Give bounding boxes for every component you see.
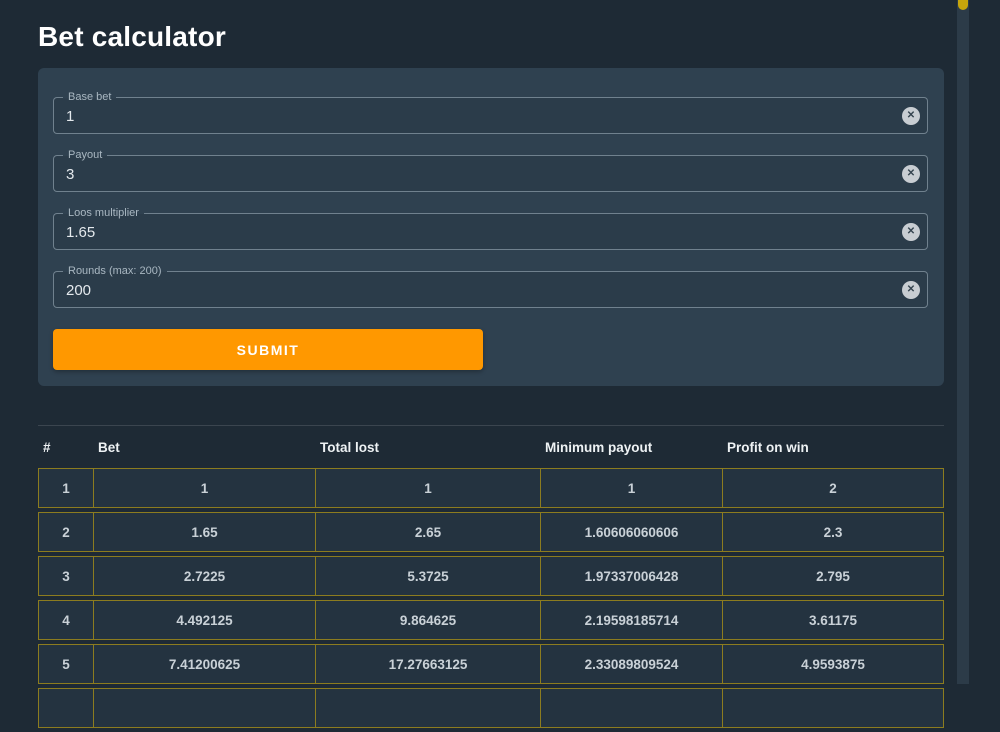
col-header-minimum-payout: Minimum payout <box>540 430 722 464</box>
table-row: 57.4120062517.276631252.330898095244.959… <box>38 644 944 684</box>
table-cell: 17.27663125 <box>315 644 540 684</box>
clear-icon[interactable]: ✕ <box>902 281 920 299</box>
table-cell: 2 <box>722 468 944 508</box>
table-cell: 2.33089809524 <box>540 644 722 684</box>
base-bet-input[interactable] <box>54 98 927 133</box>
table-cell <box>93 688 315 728</box>
table-cell <box>315 688 540 728</box>
col-header-total-lost: Total lost <box>315 430 540 464</box>
table-cell <box>722 688 944 728</box>
table-cell: 1.65 <box>93 512 315 552</box>
table-cell: 4.492125 <box>93 600 315 640</box>
loss-multiplier-field: Loos multiplier ✕ <box>53 213 928 250</box>
page-title: Bet calculator <box>38 22 944 52</box>
table-cell: 7.41200625 <box>93 644 315 684</box>
table-cell <box>38 688 93 728</box>
table-cell: 2.3 <box>722 512 944 552</box>
loss-multiplier-input[interactable] <box>54 214 927 249</box>
results-tbody: 1111221.652.651.606060606062.332.72255.3… <box>38 468 944 728</box>
main-content: Bet calculator Base bet ✕ Payout ✕ Loos … <box>0 0 957 732</box>
scrollbar-track[interactable] <box>957 0 969 684</box>
table-cell: 4.9593875 <box>722 644 944 684</box>
bet-form-card: Base bet ✕ Payout ✕ Loos multiplier ✕ Ro… <box>38 68 944 386</box>
scrollbar-thumb[interactable] <box>958 0 968 10</box>
table-cell: 2.19598185714 <box>540 600 722 640</box>
table-cell: 2.65 <box>315 512 540 552</box>
table-cell: 4 <box>38 600 93 640</box>
table-row: 44.4921259.8646252.195981857143.61175 <box>38 600 944 640</box>
table-cell: 1 <box>540 468 722 508</box>
table-cell: 1.60606060606 <box>540 512 722 552</box>
base-bet-label: Base bet <box>63 90 116 105</box>
payout-label: Payout <box>63 148 107 163</box>
submit-button[interactable]: SUBMIT <box>53 329 483 370</box>
table-cell: 1 <box>315 468 540 508</box>
table-row <box>38 688 944 728</box>
table-cell: 5 <box>38 644 93 684</box>
base-bet-field: Base bet ✕ <box>53 97 928 134</box>
table-cell: 5.3725 <box>315 556 540 596</box>
table-cell: 3 <box>38 556 93 596</box>
col-header-profit-on-win: Profit on win <box>722 430 944 464</box>
table-row: 11112 <box>38 468 944 508</box>
table-cell: 2.795 <box>722 556 944 596</box>
results-table: # Bet Total lost Minimum payout Profit o… <box>38 426 944 732</box>
table-cell: 1 <box>38 468 93 508</box>
col-header-bet: Bet <box>93 430 315 464</box>
results-table-header: # Bet Total lost Minimum payout Profit o… <box>38 430 944 464</box>
table-row: 32.72255.37251.973370064282.795 <box>38 556 944 596</box>
col-header-index: # <box>38 430 93 464</box>
table-cell <box>540 688 722 728</box>
table-cell: 1 <box>93 468 315 508</box>
clear-icon[interactable]: ✕ <box>902 223 920 241</box>
table-cell: 9.864625 <box>315 600 540 640</box>
table-row: 21.652.651.606060606062.3 <box>38 512 944 552</box>
rounds-field: Rounds (max: 200) ✕ <box>53 271 928 308</box>
clear-icon[interactable]: ✕ <box>902 165 920 183</box>
loss-multiplier-label: Loos multiplier <box>63 206 144 221</box>
table-cell: 2.7225 <box>93 556 315 596</box>
table-cell: 1.97337006428 <box>540 556 722 596</box>
rounds-label: Rounds (max: 200) <box>63 264 167 279</box>
clear-icon[interactable]: ✕ <box>902 107 920 125</box>
payout-input[interactable] <box>54 156 927 191</box>
table-cell: 2 <box>38 512 93 552</box>
table-cell: 3.61175 <box>722 600 944 640</box>
rounds-input[interactable] <box>54 272 927 307</box>
payout-field: Payout ✕ <box>53 155 928 192</box>
